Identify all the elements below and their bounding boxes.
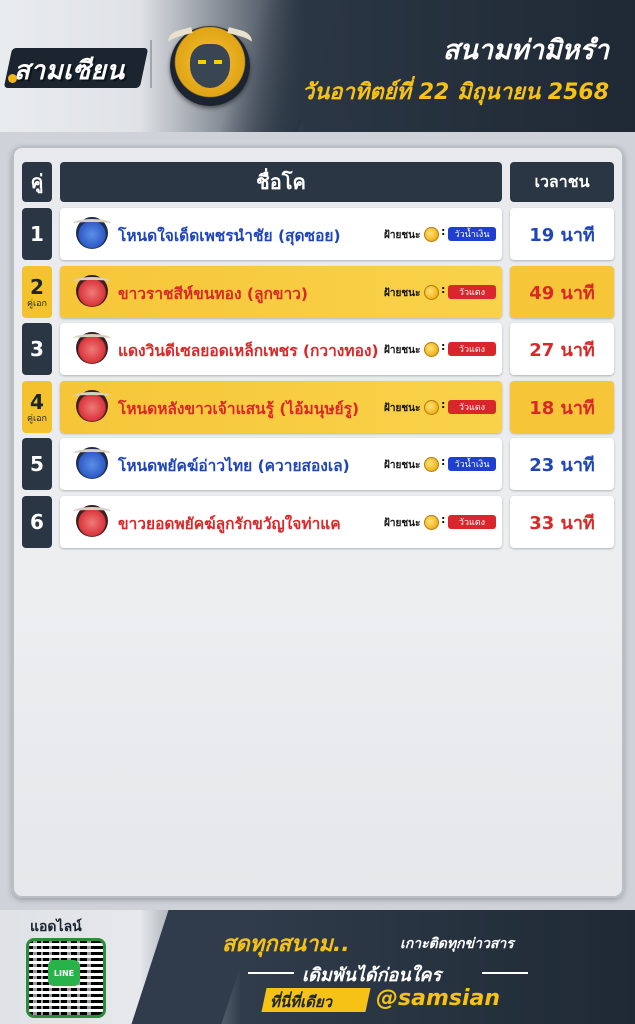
coin-icon <box>424 285 439 300</box>
fight-duration: 33 นาที <box>510 496 614 548</box>
fight-duration: 19 นาที <box>510 208 614 260</box>
match-row[interactable]: ขาวยอดพยัคฆ์ลูกรักขวัญใจท่าแค ฝ้ายชนะ: วัว… <box>60 496 502 548</box>
bull-head-icon <box>73 217 111 249</box>
coin-icon <box>424 342 439 357</box>
bull-name: แดงวินดีเซลยอดเหล็กเพชร (กวางทอง) <box>118 342 379 360</box>
pair-number: 4 คู่เอก <box>22 381 52 433</box>
winning-side-badge: วัวแดง <box>448 285 496 299</box>
bull-logo-face <box>190 44 230 88</box>
winning-side-badge: วัวน้ำเงิน <box>448 457 496 471</box>
match-row[interactable]: โหนดใจเด็ดเพชรนำชัย (สุดซอย) ฝ้ายชนะ: วัวน… <box>60 208 502 260</box>
pair-number: 1 <box>22 208 52 260</box>
separator: : <box>441 513 446 526</box>
pair-number: 3 <box>22 323 52 375</box>
bull-head-icon <box>73 390 111 422</box>
line-handle[interactable]: @samsian <box>376 986 500 1011</box>
bull-logo-eye-left <box>198 60 206 64</box>
bull-name: โหนดใจเด็ดเพชรนำชัย (สุดซอย) <box>118 227 341 245</box>
bull-head-icon <box>73 447 111 479</box>
main-pair-label: คู่เอก <box>27 414 47 424</box>
winner-label: ฝ้ายชนะ <box>384 345 421 356</box>
match-row[interactable]: โหนดหลังขาวเจ้าแสนรู้ (ไอ้มนุษย์รู) ฝ้ายช… <box>60 381 502 433</box>
winner-label: ฝ้ายชนะ <box>384 460 421 471</box>
col-header-name: ชื่อโค <box>60 162 502 202</box>
bull-name: ขาวยอดพยัคฆ์ลูกรักขวัญใจท่าแค <box>118 515 341 533</box>
fight-duration-value: 33 นาที <box>529 512 595 534</box>
pair-number-value: 2 <box>30 275 44 299</box>
separator: : <box>441 340 446 353</box>
bull-head-icon <box>73 332 111 364</box>
col-header-time: เวลาชน <box>510 162 614 202</box>
winner-label: ฝ้ายชนะ <box>384 230 421 241</box>
match-row[interactable]: แดงวินดีเซลยอดเหล็กเพชร (กวางทอง) ฝ้ายชนะ… <box>60 323 502 375</box>
coin-icon <box>424 515 439 530</box>
event-date: วันอาทิตย์ที่ 22 มิถุนายน 2568 <box>301 80 609 105</box>
footer-slogan-main: สดทุกสนาม.. <box>222 932 350 957</box>
header-divider <box>150 40 152 88</box>
winning-side-badge: วัวแดง <box>448 515 496 529</box>
winning-side-badge: วัวแดง <box>448 400 496 414</box>
pair-number-value: 6 <box>30 510 44 534</box>
col-header-pair: คู่ <box>22 162 52 202</box>
winner-label: ฝ้ายชนะ <box>384 403 421 414</box>
pair-number-value: 1 <box>30 222 44 246</box>
coin-icon <box>424 400 439 415</box>
bull-logo-eye-right <box>214 60 222 64</box>
fight-duration: 23 นาที <box>510 438 614 490</box>
fight-duration-value: 19 นาที <box>529 224 595 246</box>
separator: : <box>441 455 446 468</box>
fight-duration: 49 นาที <box>510 266 614 318</box>
bull-name: โหนดหลังขาวเจ้าแสนรู้ (ไอ้มนุษย์รู) <box>118 400 360 418</box>
footer-tag: ที่นี่ที่เดียว <box>270 993 333 1011</box>
footer-rule-right <box>482 972 528 974</box>
fight-duration-value: 18 นาที <box>529 397 595 419</box>
coin-icon <box>424 457 439 472</box>
pair-number: 2 คู่เอก <box>22 266 52 318</box>
admin-line-label: แอดไลน์ <box>30 919 82 935</box>
bull-head-icon <box>73 275 111 307</box>
venue-title: สนามท่ามิหรำ <box>442 35 609 66</box>
brand-name: สามเซียน <box>14 56 125 86</box>
separator: : <box>441 225 446 238</box>
fight-duration-value: 23 นาที <box>529 454 595 476</box>
fight-duration-value: 27 นาที <box>529 339 595 361</box>
line-logo-icon: LINE <box>48 960 80 986</box>
fight-duration-value: 49 นาที <box>529 282 595 304</box>
winner-label: ฝ้ายชนะ <box>384 288 421 299</box>
bull-head-icon <box>73 505 111 537</box>
pair-number: 5 <box>22 438 52 490</box>
brand-dot <box>8 74 17 83</box>
main-pair-label: คู่เอก <box>27 299 47 309</box>
footer-slogan-bet: เดิมพันได้ก่อนใคร <box>302 965 442 986</box>
pair-number-value: 4 <box>30 390 44 414</box>
bull-name: ขาวราชสีห์ขนทอง (ลูกขาว) <box>118 285 308 303</box>
pair-number-value: 3 <box>30 337 44 361</box>
bull-name: โหนดพยัคฆ์อ่าวไทย (ควายสองเล) <box>118 457 350 475</box>
pair-number-value: 5 <box>30 452 44 476</box>
winning-side-badge: วัวแดง <box>448 342 496 356</box>
fight-duration: 18 นาที <box>510 381 614 433</box>
coin-icon <box>424 227 439 242</box>
match-row[interactable]: ขาวราชสีห์ขนทอง (ลูกขาว) ฝ้ายชนะ: วัวแดง <box>60 266 502 318</box>
footer-slogan-sub: เกาะติดทุกข่าวสาร <box>400 936 514 952</box>
fight-duration: 27 นาที <box>510 323 614 375</box>
pair-number: 6 <box>22 496 52 548</box>
winning-side-badge: วัวน้ำเงิน <box>448 227 496 241</box>
footer-rule-left <box>248 972 294 974</box>
winner-label: ฝ้ายชนะ <box>384 518 421 529</box>
separator: : <box>441 398 446 411</box>
match-row[interactable]: โหนดพยัคฆ์อ่าวไทย (ควายสองเล) ฝ้ายชนะ: วัว… <box>60 438 502 490</box>
separator: : <box>441 283 446 296</box>
